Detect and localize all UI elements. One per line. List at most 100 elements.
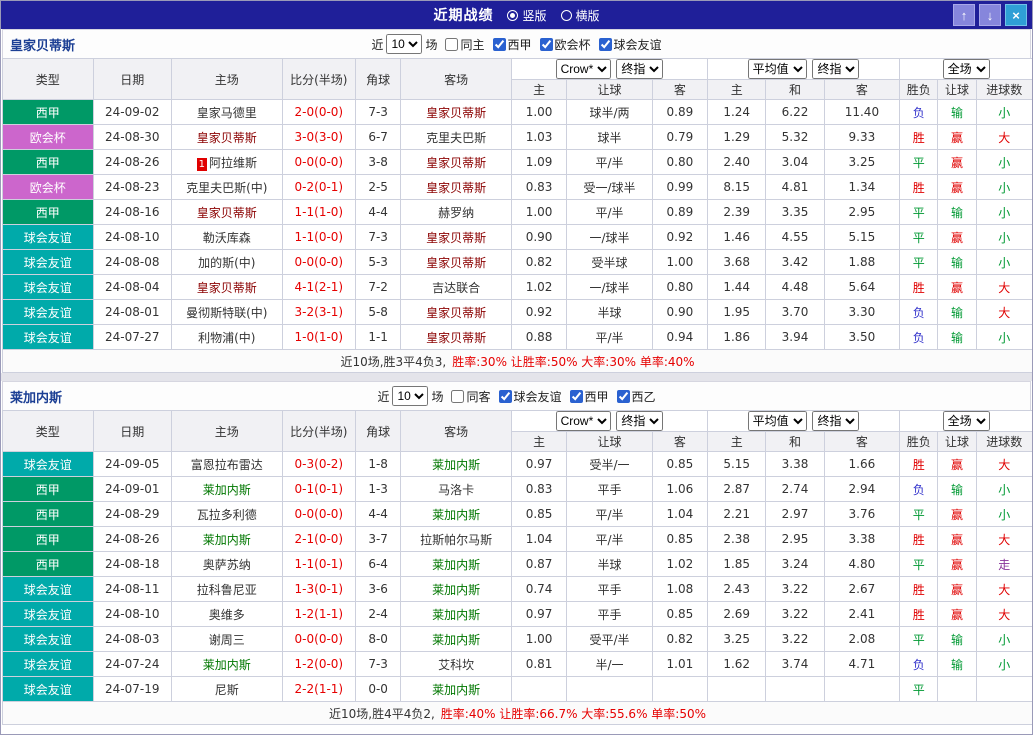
corners-cell: 5-8	[356, 300, 401, 325]
bookmaker-select[interactable]: Crow*	[556, 59, 611, 79]
home-team-link[interactable]: 皇家贝蒂斯	[197, 206, 257, 220]
filter-league-3[interactable]: 球会友谊	[599, 36, 662, 53]
fulltime-select[interactable]: 全场	[943, 411, 990, 431]
handicap-home-odds-cell: 0.83	[511, 477, 566, 502]
away-team-link[interactable]: 皇家贝蒂斯	[426, 156, 486, 170]
home-team-link[interactable]: 富恩拉布雷达	[191, 458, 263, 472]
league-checkbox[interactable]	[570, 390, 583, 403]
home-team-link[interactable]: 瓦拉多利德	[197, 508, 257, 522]
filter-league-1[interactable]: 球会友谊	[499, 388, 562, 405]
home-team-link[interactable]: 莱加内斯	[203, 483, 251, 497]
away-team-link[interactable]: 马洛卡	[438, 483, 474, 497]
filter-league-2[interactable]: 西甲	[570, 388, 609, 405]
home-team-link[interactable]: 皇家贝蒂斯	[197, 131, 257, 145]
home-team-link[interactable]: 谢周三	[209, 633, 245, 647]
home-team-link[interactable]: 阿拉维斯	[209, 156, 257, 170]
match-row: 欧会杯24-08-30皇家贝蒂斯3-0(3-0)6-7克里夫巴斯1.03球半0.…	[3, 125, 1033, 150]
checkbox-label: 同客	[466, 388, 490, 405]
league-checkbox[interactable]	[499, 390, 512, 403]
col-header-home: 主场	[171, 411, 282, 452]
view-option-vertical[interactable]: 竖版	[507, 7, 546, 24]
final-odds-select[interactable]: 终指	[616, 59, 663, 79]
match-row: 西甲24-08-16皇家贝蒂斯1-1(1-0)4-4赫罗纳1.00平/半0.89…	[3, 200, 1033, 225]
team-name[interactable]: 莱加内斯	[10, 387, 62, 406]
bookmaker-select[interactable]: Crow*	[556, 411, 611, 431]
handicap-away-odds-cell: 0.79	[652, 125, 707, 150]
home-team-link[interactable]: 皇家贝蒂斯	[197, 281, 257, 295]
away-team-link[interactable]: 皇家贝蒂斯	[426, 331, 486, 345]
home-team-link[interactable]: 利物浦(中)	[198, 331, 255, 345]
same-venue-checkbox[interactable]	[451, 390, 464, 403]
final-odds-select[interactable]: 终指	[616, 411, 663, 431]
close-button[interactable]: ×	[1005, 4, 1027, 26]
move-down-button[interactable]: ↓	[979, 4, 1001, 26]
away-team-link[interactable]: 吉达联合	[432, 281, 480, 295]
match-date: 24-08-11	[93, 577, 171, 602]
away-team-link[interactable]: 克里夫巴斯	[426, 131, 486, 145]
home-team-link[interactable]: 勒沃库森	[203, 231, 251, 245]
away-team-link[interactable]: 皇家贝蒂斯	[426, 181, 486, 195]
away-team-link[interactable]: 皇家贝蒂斯	[426, 231, 486, 245]
match-date: 24-08-26	[93, 150, 171, 175]
league-checkbox[interactable]	[617, 390, 630, 403]
europe-draw-odds-cell: 4.48	[766, 275, 824, 300]
league-checkbox[interactable]	[599, 38, 612, 51]
away-team-link[interactable]: 艾科坎	[438, 658, 474, 672]
handicap-line-cell: 平/半	[567, 325, 652, 350]
average-select[interactable]: 平均值	[748, 411, 807, 431]
recent-results-panel: 近期战绩 竖版 横版 ↑ ↓ × 皇家贝蒂斯 近 10 场 同主 西甲	[0, 0, 1033, 735]
away-team-link[interactable]: 皇家贝蒂斯	[426, 306, 486, 320]
home-team-link[interactable]: 奥萨苏纳	[203, 558, 251, 572]
league-checkbox[interactable]	[540, 38, 553, 51]
home-team-link[interactable]: 奥维多	[209, 608, 245, 622]
home-team-link[interactable]: 尼斯	[215, 683, 239, 697]
away-team-link[interactable]: 莱加内斯	[432, 458, 480, 472]
home-team-link[interactable]: 克里夫巴斯(中)	[186, 181, 267, 195]
filter-same-venue[interactable]: 同客	[451, 388, 490, 405]
home-team-link[interactable]: 加的斯(中)	[198, 256, 255, 270]
handicap-line-cell: 平手	[567, 602, 652, 627]
home-team-link[interactable]: 莱加内斯	[203, 658, 251, 672]
radio-icon	[507, 10, 518, 21]
home-team-link[interactable]: 莱加内斯	[203, 533, 251, 547]
score-cell: 2-0(0-0)	[282, 100, 355, 125]
league-checkbox[interactable]	[493, 38, 506, 51]
checkbox-label: 欧会杯	[555, 36, 591, 53]
away-team-link[interactable]: 皇家贝蒂斯	[426, 106, 486, 120]
europe-away-odds-cell: 1.66	[824, 452, 899, 477]
away-team-link[interactable]: 莱加内斯	[432, 558, 480, 572]
away-team-link[interactable]: 莱加内斯	[432, 583, 480, 597]
subcol-handicap-result: 让球	[938, 80, 976, 100]
home-team-link[interactable]: 曼彻斯特联(中)	[186, 306, 267, 320]
away-team-link[interactable]: 赫罗纳	[438, 206, 474, 220]
away-team-link[interactable]: 莱加内斯	[432, 633, 480, 647]
final-odds-select[interactable]: 终指	[812, 411, 859, 431]
filter-league-2[interactable]: 欧会杯	[540, 36, 591, 53]
home-team-link[interactable]: 拉科鲁尼亚	[197, 583, 257, 597]
filter-same-venue[interactable]: 同主	[445, 36, 484, 53]
move-up-button[interactable]: ↑	[953, 4, 975, 26]
average-select[interactable]: 平均值	[748, 59, 807, 79]
final-odds-select[interactable]: 终指	[812, 59, 859, 79]
same-venue-checkbox[interactable]	[445, 38, 458, 51]
europe-away-odds-cell: 5.15	[824, 225, 899, 250]
europe-away-odds-cell: 3.76	[824, 502, 899, 527]
team-name[interactable]: 皇家贝蒂斯	[10, 35, 75, 54]
home-team-cell: 奥维多	[171, 602, 282, 627]
filter-league-3[interactable]: 西乙	[617, 388, 656, 405]
match-count-select[interactable]: 10	[386, 34, 422, 54]
home-team-link[interactable]: 皇家马德里	[197, 106, 257, 120]
filter-league-1[interactable]: 西甲	[493, 36, 532, 53]
handicap-result-cell: 赢	[938, 275, 976, 300]
fulltime-select[interactable]: 全场	[943, 59, 990, 79]
away-team-link[interactable]: 莱加内斯	[432, 508, 480, 522]
europe-home-odds-cell: 5.15	[708, 452, 766, 477]
away-team-link[interactable]: 拉斯帕尔马斯	[420, 533, 492, 547]
handicap-away-odds-cell: 1.04	[652, 502, 707, 527]
view-option-horizontal[interactable]: 横版	[561, 7, 600, 24]
away-team-link[interactable]: 皇家贝蒂斯	[426, 256, 486, 270]
europe-home-odds-cell: 8.15	[708, 175, 766, 200]
away-team-link[interactable]: 莱加内斯	[432, 683, 480, 697]
away-team-link[interactable]: 莱加内斯	[432, 608, 480, 622]
match-count-select[interactable]: 10	[392, 386, 428, 406]
